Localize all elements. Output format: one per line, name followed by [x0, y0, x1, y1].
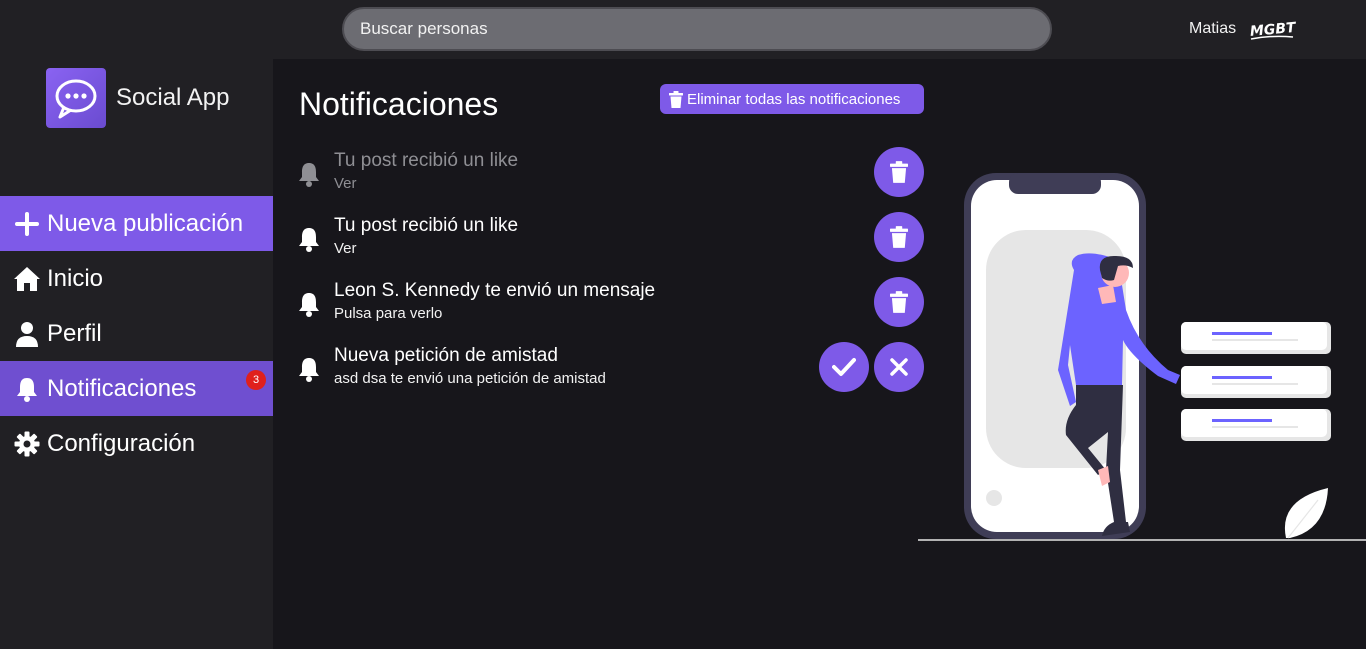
sidebar-item-label: Notificaciones	[47, 374, 197, 402]
username[interactable]: Matias	[1189, 20, 1236, 38]
app-logo[interactable]	[46, 68, 106, 128]
trash-icon	[890, 291, 908, 313]
delete-notification-button[interactable]	[874, 147, 924, 197]
bell-icon	[299, 293, 319, 317]
bell-icon	[299, 228, 319, 252]
bell-icon	[13, 375, 41, 403]
user-icon	[13, 320, 41, 348]
notifications-illustration	[918, 173, 1366, 541]
search-input[interactable]	[342, 7, 1052, 51]
sidebar-item-label: Configuración	[47, 429, 196, 457]
bell-icon	[299, 358, 319, 382]
sidebar-item-label: Nueva publicación	[47, 209, 244, 237]
user-logo[interactable]: MGBT	[1247, 15, 1297, 45]
notification-subtitle[interactable]: Ver	[334, 240, 357, 257]
notification-subtitle[interactable]: Ver	[334, 175, 357, 192]
sidebar-item-notifications[interactable]: Notificaciones 3	[0, 361, 273, 416]
sidebar-item-label: Perfil	[47, 319, 102, 347]
notification-subtitle: asd dsa te envió una petición de amistad	[334, 370, 606, 387]
notification-title: Nueva petición de amistad	[334, 345, 558, 366]
notification-count-badge: 3	[246, 370, 266, 390]
notification-title: Leon S. Kennedy te envió un mensaje	[334, 280, 656, 301]
notification-item[interactable]: Leon S. Kennedy te envió un mensaje Puls…	[297, 277, 924, 330]
close-icon	[890, 358, 908, 376]
sidebar-item-profile[interactable]: Perfil	[0, 306, 273, 361]
accept-friend-request-button[interactable]	[819, 342, 869, 392]
notification-subtitle[interactable]: Pulsa para verlo	[334, 305, 442, 322]
page-title: Notificaciones	[299, 86, 499, 122]
plus-icon	[13, 210, 41, 238]
notification-item[interactable]: Tu post recibió un like Ver	[297, 212, 924, 265]
sidebar-item-new-post[interactable]: Nueva publicación	[0, 196, 273, 251]
top-bar: Matias MGBT	[0, 0, 1366, 59]
notification-title: Tu post recibió un like	[334, 215, 519, 236]
delete-all-label: Eliminar todas las notificaciones	[687, 90, 901, 108]
notification-item[interactable]: Tu post recibió un like Ver	[297, 147, 924, 200]
trash-icon	[890, 226, 908, 248]
chat-bubble-icon	[55, 79, 97, 119]
delete-notification-button[interactable]	[874, 212, 924, 262]
app-name: Social App	[116, 84, 230, 111]
sidebar-item-settings[interactable]: Configuración	[0, 416, 273, 471]
notification-title: Tu post recibió un like	[334, 150, 519, 171]
reject-friend-request-button[interactable]	[874, 342, 924, 392]
sidebar-item-home[interactable]: Inicio	[0, 251, 273, 306]
trash-icon	[669, 90, 683, 108]
delete-all-notifications-button[interactable]: Eliminar todas las notificaciones	[660, 84, 924, 114]
bell-icon	[299, 163, 319, 187]
delete-notification-button[interactable]	[874, 277, 924, 327]
home-icon	[13, 265, 41, 293]
check-icon	[832, 358, 856, 376]
sidebar-item-label: Inicio	[47, 264, 104, 292]
notification-item[interactable]: Nueva petición de amistad asd dsa te env…	[297, 342, 924, 395]
sidebar: Social App Nueva publicación Inicio Perf…	[0, 59, 273, 649]
trash-icon	[890, 161, 908, 183]
gear-icon	[13, 430, 41, 458]
